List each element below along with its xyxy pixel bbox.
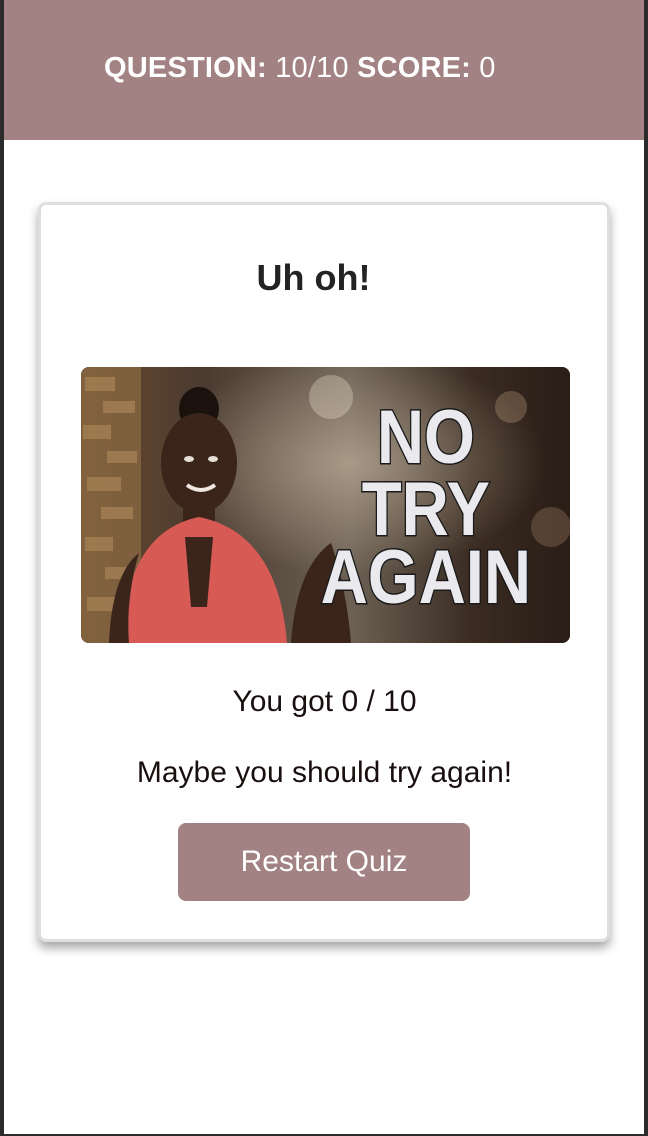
result-title: Uh oh! [256, 257, 371, 298]
result-gif-image: NO TRY AGAIN [81, 367, 570, 643]
score-label: SCORE: [357, 52, 472, 84]
final-score-text: You got 0 / 10 [232, 685, 417, 718]
gif-caption-line-3: AGAIN [321, 535, 532, 620]
progress-line: QUESTION: 10/10 SCORE: 0 [104, 52, 496, 85]
question-label: QUESTION: [104, 52, 267, 84]
score-value: 0 [479, 52, 496, 84]
question-value: 10/10 [275, 52, 349, 84]
result-message: Maybe you should try again! [136, 756, 513, 789]
quiz-header: QUESTION: 10/10 SCORE: 0 [4, 0, 644, 140]
result-card: Uh oh! NO TRY AGAIN You got 0 / 10 Maybe… [38, 202, 610, 942]
restart-quiz-button[interactable]: Restart Quiz [178, 823, 470, 901]
